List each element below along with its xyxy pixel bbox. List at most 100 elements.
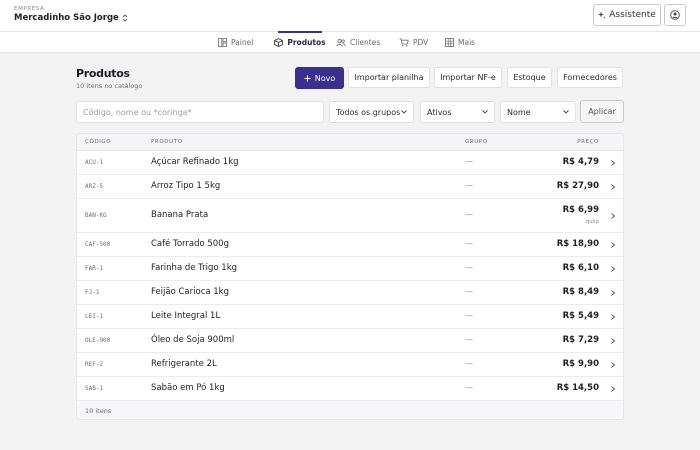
page-title: Produtos <box>76 67 130 80</box>
chevron-up-down-icon <box>122 14 128 22</box>
table-row[interactable]: BAN-KG Banana Prata — R$ 6,99 quilo <box>77 199 623 233</box>
product-name: Feijão Carioca 1kg <box>151 287 229 297</box>
chevron-right-icon <box>611 266 616 272</box>
sort-select-value: Nome <box>507 107 531 117</box>
product-group: — <box>465 239 473 248</box>
product-name: Óleo de Soja 900ml <box>151 335 235 345</box>
table-row[interactable]: OLE-900 Óleo de Soja 900ml — R$ 7,29 <box>77 329 623 353</box>
top-bar: EMPRESA Mercadinho São Jorge Assistente <box>0 0 700 31</box>
table-row[interactable]: FJ-1 Feijão Carioca 1kg — R$ 8,49 <box>77 281 623 305</box>
tab-pdv[interactable]: PDV <box>399 32 431 53</box>
chevron-down-icon <box>482 110 488 114</box>
tab-label: Clientes <box>350 38 381 47</box>
table-row[interactable]: REF-2 Refrigerante 2L — R$ 9,90 <box>77 353 623 377</box>
apply-button[interactable]: Aplicar <box>580 100 624 123</box>
product-group: — <box>465 311 473 320</box>
new-label: Novo <box>314 73 336 83</box>
product-price: R$ 8,49 <box>562 287 599 297</box>
product-price: R$ 9,90 <box>562 359 599 369</box>
product-unit: quilo <box>585 219 599 225</box>
product-price: R$ 6,99 <box>562 205 599 215</box>
import-spreadsheet-button[interactable]: Importar planilha <box>348 67 430 88</box>
dashboard-icon <box>218 38 227 47</box>
sparkle-icon <box>598 11 606 19</box>
chevron-right-icon <box>611 314 616 320</box>
chevron-right-icon <box>611 242 616 248</box>
chevron-right-icon <box>611 338 616 344</box>
new-product-button[interactable]: Novo <box>295 67 344 89</box>
product-group: — <box>465 287 473 296</box>
assistant-button[interactable]: Assistente <box>593 4 661 26</box>
tab-painel[interactable]: Painel <box>218 32 266 53</box>
product-code: BAN-KG <box>85 212 107 219</box>
product-price: R$ 14,50 <box>556 383 599 393</box>
group-select-value: Todos os grupos <box>336 107 401 117</box>
stock-label: Estoque <box>513 73 546 82</box>
products-table: CÓDIGO PRODUTO GRUPO PREÇO ACU-1 Açúcar … <box>76 133 624 420</box>
status-select-value: Ativos <box>427 107 452 117</box>
product-name: Refrigerante 2L <box>151 359 217 369</box>
company-switcher[interactable]: EMPRESA Mercadinho São Jorge <box>14 6 128 23</box>
chevron-right-icon <box>611 160 616 166</box>
import-nfe-label: Importar NF-e <box>440 73 496 82</box>
table-row[interactable]: ARZ-5 Arroz Tipo 1 5kg — R$ 27,90 <box>77 175 623 199</box>
product-price: R$ 6,10 <box>562 263 599 273</box>
column-header-price: PREÇO <box>577 139 599 145</box>
product-name: Leite Integral 1L <box>151 311 221 321</box>
table-row[interactable]: SAB-1 Sabão em Pó 1kg — R$ 14,50 <box>77 377 623 401</box>
sort-select[interactable]: Nome <box>500 101 576 123</box>
company-label: EMPRESA <box>14 6 45 12</box>
product-group: — <box>465 210 473 219</box>
chevron-right-icon <box>611 184 616 190</box>
product-code: ACU-1 <box>85 159 104 166</box>
tab-mais[interactable]: Mais <box>445 32 479 53</box>
product-code: LEI-1 <box>85 313 104 320</box>
chevron-right-icon <box>611 290 616 296</box>
table-row[interactable]: ACU-1 Açúcar Refinado 1kg — R$ 4,79 <box>77 151 623 175</box>
chevron-right-icon <box>611 386 616 392</box>
grid-icon <box>445 38 454 47</box>
product-group: — <box>465 383 473 392</box>
product-group: — <box>465 181 473 190</box>
user-menu-button[interactable] <box>664 4 686 26</box>
status-select[interactable]: Ativos <box>420 101 495 123</box>
table-row[interactable]: LEI-1 Leite Integral 1L — R$ 5,49 <box>77 305 623 329</box>
table-row[interactable]: CAF-500 Café Torrado 500g — R$ 18,90 <box>77 233 623 257</box>
main-tabs: Painel Produtos Clientes PDV Mais <box>0 31 700 53</box>
product-code: OLE-900 <box>85 337 111 344</box>
stock-button[interactable]: Estoque <box>507 67 552 88</box>
product-code: SAB-1 <box>85 385 104 392</box>
chevron-down-icon <box>563 110 569 114</box>
tab-label: Mais <box>458 38 476 47</box>
product-code: ARZ-5 <box>85 183 104 190</box>
tab-produtos[interactable]: Produtos <box>270 31 330 53</box>
product-code: REF-2 <box>85 361 104 368</box>
product-group: — <box>465 157 473 166</box>
table-footer: 10 itens <box>77 401 623 419</box>
product-price: R$ 4,79 <box>562 157 599 167</box>
tab-clientes[interactable]: Clientes <box>336 32 388 53</box>
company-name: Mercadinho São Jorge <box>14 13 119 23</box>
table-row[interactable]: FAR-1 Farinha de Trigo 1kg — R$ 6,10 <box>77 257 623 281</box>
product-name: Farinha de Trigo 1kg <box>151 263 238 273</box>
product-name: Sabão em Pó 1kg <box>151 383 225 393</box>
group-select[interactable]: Todos os grupos <box>329 101 414 123</box>
cart-icon <box>399 38 409 47</box>
product-name: Café Torrado 500g <box>151 239 229 249</box>
import-spreadsheet-label: Importar planilha <box>354 73 424 82</box>
plus-icon <box>304 75 311 81</box>
box-icon <box>274 38 284 47</box>
suppliers-button[interactable]: Fornecedores <box>557 67 623 88</box>
table-header: CÓDIGO PRODUTO GRUPO PREÇO <box>77 134 623 151</box>
chevron-right-icon <box>611 362 616 368</box>
users-icon <box>336 38 346 47</box>
search-placeholder: Código, nome ou *coringa* <box>83 107 192 117</box>
product-name: Açúcar Refinado 1kg <box>151 157 239 167</box>
assistant-label: Assistente <box>609 10 656 20</box>
active-tab-indicator <box>278 31 322 33</box>
import-nfe-button[interactable]: Importar NF-e <box>434 67 502 88</box>
column-header-group: GRUPO <box>465 139 488 145</box>
search-input[interactable]: Código, nome ou *coringa* <box>76 101 324 123</box>
chevron-down-icon <box>401 110 407 114</box>
apply-label: Aplicar <box>588 107 616 116</box>
